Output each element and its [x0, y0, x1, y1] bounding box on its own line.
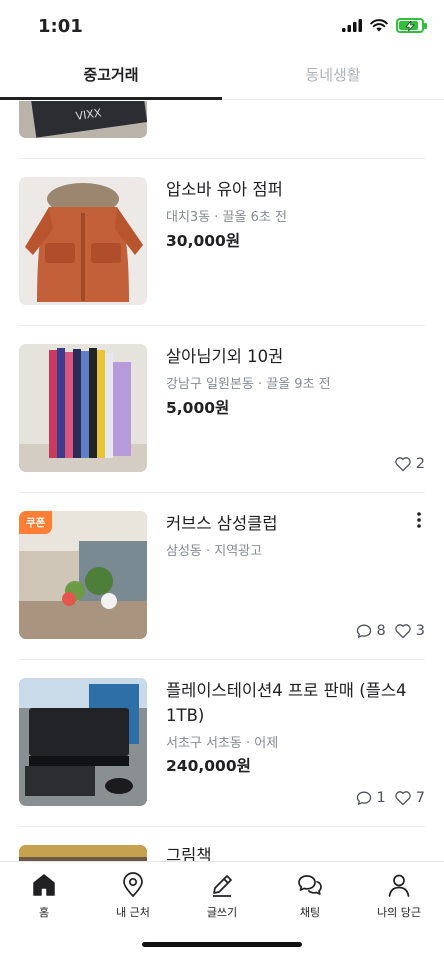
comment-count: 1 — [376, 790, 386, 806]
status-bar: 1:01 — [0, 0, 444, 54]
nav-label: 글쓰기 — [206, 906, 238, 919]
nav-chat[interactable]: 채팅 — [270, 872, 350, 920]
nav-label: 채팅 — [299, 906, 321, 919]
item-title: 살아님기외 10권 — [166, 347, 284, 366]
item-price: 5,000원 — [166, 399, 230, 417]
heart-icon — [395, 791, 411, 806]
product-thumbnail — [19, 845, 147, 861]
like-count: 7 — [415, 790, 425, 806]
tab-used-trade[interactable]: 중고거래 — [0, 56, 222, 100]
heart-icon — [395, 457, 411, 472]
nav-label: 나의 당근 — [377, 906, 421, 919]
tab-neighborhood-life[interactable]: 동네생활 — [222, 56, 444, 99]
battery-icon — [396, 18, 427, 33]
signal-icon — [342, 19, 362, 32]
home-indicator[interactable] — [142, 942, 302, 947]
item-price: 30,000원 — [166, 232, 241, 250]
more-options-icon[interactable] — [417, 512, 421, 532]
engagement-counts: 2 — [394, 456, 425, 472]
pencil-icon — [213, 875, 232, 897]
list-item[interactable]: 그림책 — [19, 826, 425, 861]
status-time: 1:01 — [38, 16, 83, 37]
product-thumbnail: VIXX — [19, 101, 147, 138]
wifi-icon — [370, 19, 388, 32]
product-thumbnail — [19, 344, 147, 472]
item-price: 240,000원 — [166, 757, 251, 775]
item-title: 커브스 삼성클럽 — [166, 514, 278, 533]
nav-label: 홈 — [38, 906, 50, 919]
item-title: 그림책 — [166, 846, 212, 861]
product-feed[interactable]: VIXX 압소바 유아 점퍼 대치3동 · 끌올 6초 전 30,000원 살아… — [0, 101, 444, 861]
item-meta: 강남구 일원본동 · 끌올 9초 전 — [166, 377, 331, 392]
person-icon — [388, 874, 410, 897]
charging-bolt-icon — [405, 20, 415, 31]
status-icons — [342, 18, 427, 33]
top-tabs: 중고거래 동네생활 — [0, 56, 444, 100]
nav-my-carrot[interactable]: 나의 당근 — [359, 872, 439, 920]
comment-count: 8 — [376, 623, 386, 639]
comment-icon — [356, 624, 371, 638]
list-item[interactable]: 압소바 유아 점퍼 대치3동 · 끌올 6초 전 30,000원 — [19, 158, 425, 326]
nav-nearby[interactable]: 내 근처 — [93, 872, 173, 920]
product-thumbnail: 쿠폰 — [19, 511, 147, 639]
coupon-badge: 쿠폰 — [19, 511, 53, 534]
like-count: 2 — [415, 456, 425, 472]
product-thumbnail — [19, 177, 147, 305]
list-item[interactable]: 살아님기외 10권 강남구 일원본동 · 끌올 9초 전 5,000원 2 — [19, 325, 425, 493]
nav-label: 내 근처 — [116, 906, 150, 919]
product-thumbnail — [19, 678, 147, 806]
item-title: 플레이스테이션4 프로 판매 (플스4 1TB) — [166, 681, 407, 725]
comment-icon — [356, 791, 371, 805]
nav-write[interactable]: 글쓰기 — [182, 872, 262, 920]
like-count: 3 — [415, 623, 425, 639]
list-item[interactable]: VIXX — [19, 101, 425, 159]
item-title: 압소바 유아 점퍼 — [166, 180, 283, 199]
home-icon — [33, 874, 55, 896]
item-meta: 서초구 서초동 · 어제 — [166, 736, 279, 751]
chat-bubbles-icon — [298, 875, 322, 895]
engagement-counts: 1 7 — [355, 790, 425, 806]
location-pin-icon — [123, 872, 143, 898]
list-item[interactable]: 쿠폰 커브스 삼성클럽 삼성동 · 지역광고 8 3 — [19, 492, 425, 660]
item-meta: 대치3동 · 끌올 6초 전 — [166, 210, 287, 225]
item-meta: 삼성동 · 지역광고 — [166, 544, 263, 559]
engagement-counts: 8 3 — [355, 623, 425, 639]
heart-icon — [395, 624, 411, 639]
nav-home[interactable]: 홈 — [4, 872, 84, 920]
list-item[interactable]: 플레이스테이션4 프로 판매 (플스4 1TB) 서초구 서초동 · 어제 24… — [19, 659, 425, 827]
